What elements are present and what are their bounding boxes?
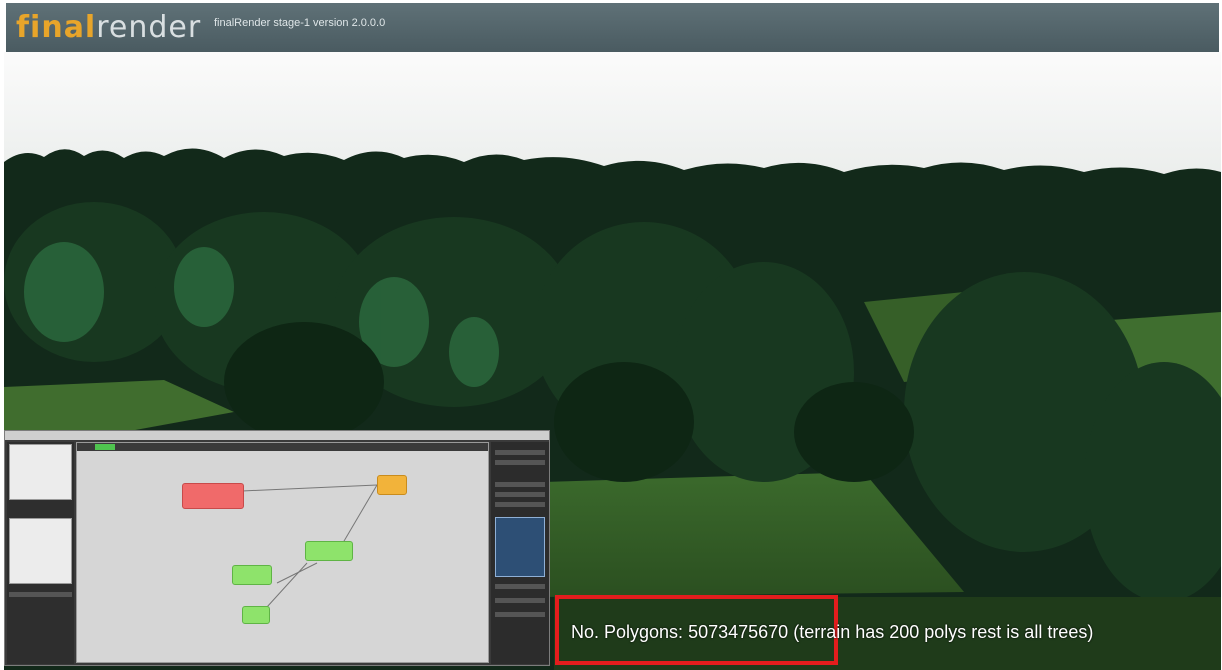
property-row (495, 482, 545, 487)
render-window: finalrender finalRender stage-1 version … (0, 0, 1222, 670)
node-connections (241, 484, 378, 619)
polygon-count-label: No. Polygons: (571, 622, 684, 642)
property-row (495, 584, 545, 589)
app-logo: finalrender (16, 8, 201, 48)
node-editor-inset (4, 430, 550, 666)
property-row (495, 612, 545, 617)
inset-left-panel (7, 442, 74, 664)
polygon-count-note: (terrain has 200 polys rest is all trees… (793, 622, 1094, 642)
version-label: finalRender stage-1 version 2.0.0.0 (214, 17, 386, 29)
property-row (495, 450, 545, 455)
polygon-count-value: 5073475670 (688, 622, 789, 642)
logo-final: final (16, 10, 97, 45)
node-green-2[interactable] (232, 565, 272, 585)
property-row (495, 502, 545, 507)
property-row (495, 460, 545, 465)
logo-render: render (96, 10, 202, 45)
node-green-3[interactable] (242, 606, 270, 624)
property-row (495, 492, 545, 497)
polygon-count-status: No. Polygons: 5073475670 (terrain has 20… (571, 622, 1093, 643)
property-row (495, 598, 545, 603)
node-orange[interactable] (377, 475, 407, 495)
node-graph-canvas (76, 442, 489, 663)
node-green-1[interactable] (305, 541, 353, 561)
inset-preview-pane (9, 444, 72, 500)
node-red[interactable] (182, 483, 244, 509)
inset-tree-pane (9, 518, 72, 584)
inset-title-bar (5, 431, 549, 440)
inset-properties-panel (491, 442, 549, 664)
material-preview (495, 517, 545, 577)
title-bar: finalrender finalRender stage-1 version … (6, 3, 1219, 52)
inset-list-row (9, 592, 72, 597)
